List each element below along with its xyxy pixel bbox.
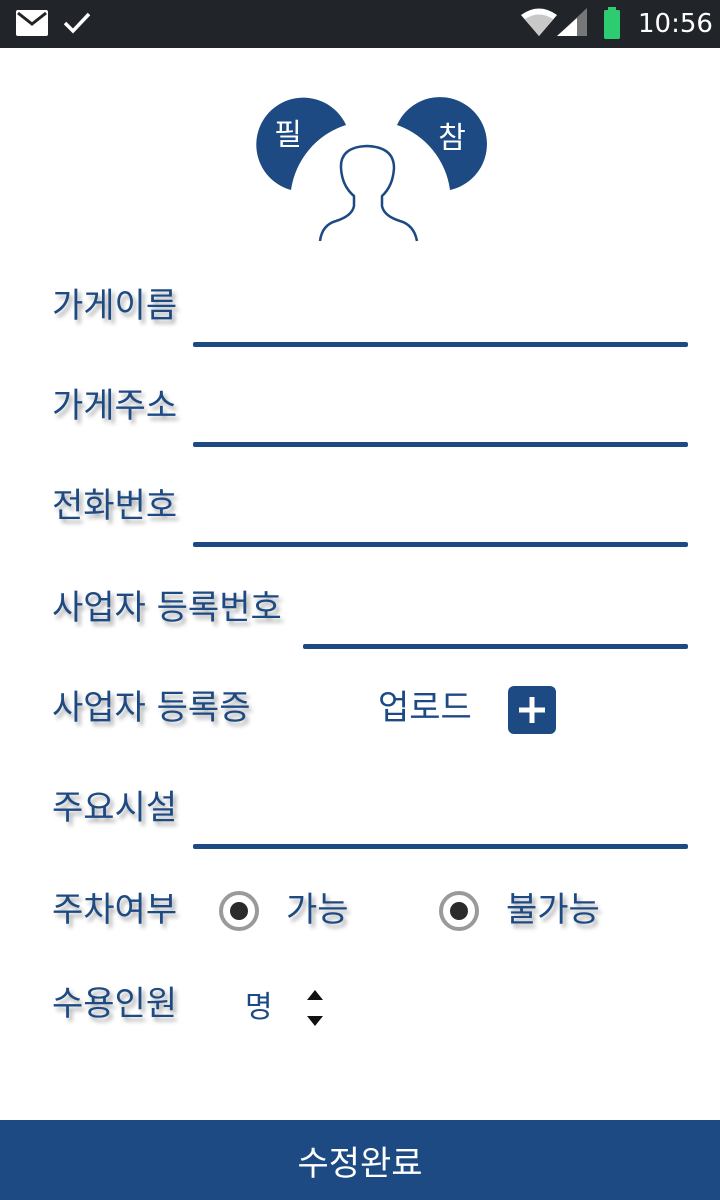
stepper-down-icon[interactable]	[307, 1016, 323, 1026]
profile-art: 필 참	[244, 94, 498, 246]
store-address-label: 가게주소	[52, 386, 178, 426]
check-icon	[62, 9, 92, 41]
capacity-stepper[interactable]	[302, 986, 328, 1032]
capacity-label: 수용인원	[52, 984, 178, 1024]
status-bar: 10:56	[0, 0, 720, 48]
parking-available-label: 가능	[286, 890, 349, 930]
signal-icon	[555, 8, 589, 42]
business-reg-number-underline	[303, 644, 688, 649]
user-silhouette-icon	[318, 144, 419, 242]
store-name-underline	[193, 342, 688, 347]
business-reg-cert-label: 사업자 등록증	[52, 688, 251, 728]
stepper-up-icon[interactable]	[307, 990, 323, 1000]
business-reg-number-input[interactable]	[306, 596, 686, 644]
mail-icon	[16, 10, 48, 40]
main-facilities-label: 주요시설	[52, 788, 178, 828]
store-address-underline	[193, 442, 688, 447]
phone-input[interactable]	[196, 494, 686, 542]
upload-label: 업로드	[378, 688, 472, 728]
radio-selected-dot	[230, 902, 248, 920]
badge-right-text: 참	[438, 121, 466, 156]
main-facilities-underline	[193, 844, 688, 849]
capacity-unit: 명	[245, 990, 273, 1025]
submit-button[interactable]: 수정완료	[0, 1120, 720, 1200]
store-name-input[interactable]	[196, 294, 686, 342]
phone-label: 전화번호	[52, 486, 178, 526]
profile-avatar-illustration: 필 참	[256, 97, 487, 242]
parking-label: 주차여부	[52, 890, 178, 930]
wifi-icon	[520, 8, 558, 42]
plus-icon	[519, 697, 545, 723]
main-facilities-input[interactable]	[196, 796, 686, 844]
upload-button[interactable]	[508, 686, 556, 734]
radio-selected-dot	[450, 902, 468, 920]
store-address-input[interactable]	[196, 394, 686, 442]
phone-underline	[193, 542, 688, 547]
clock-time: 10:56	[638, 9, 713, 39]
parking-unavailable-radio[interactable]	[439, 891, 479, 931]
business-reg-number-label: 사업자 등록번호	[52, 588, 282, 628]
store-name-label: 가게이름	[52, 286, 178, 326]
battery-icon	[603, 7, 621, 43]
parking-available-radio[interactable]	[219, 891, 259, 931]
parking-unavailable-label: 불가능	[506, 890, 600, 930]
badge-left-text: 필	[274, 118, 302, 153]
